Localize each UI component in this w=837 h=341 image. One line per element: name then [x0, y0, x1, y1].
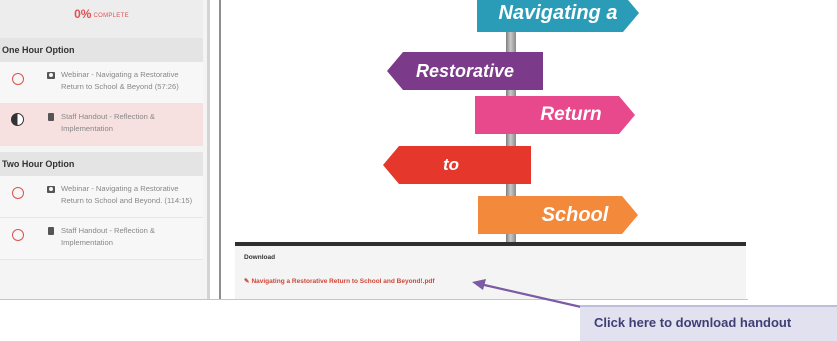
panel-bottom-border [0, 299, 748, 300]
section-header-two-hour[interactable]: Two Hour Option [0, 152, 203, 176]
sign-school: School [478, 196, 638, 234]
lesson-content: Navigating a Restorative Return to Schoo… [221, 0, 748, 300]
download-file-name: Navigating a Restorative Return to Schoo… [251, 278, 435, 285]
lesson-title: Webinar - Navigating a Restorative Retur… [61, 70, 179, 91]
lesson-item-handout-one-hour[interactable]: Staff Handout - Reflection & Implementat… [0, 104, 203, 146]
document-icon [48, 113, 54, 121]
sign-restorative: Restorative [387, 52, 543, 90]
sign-text: Restorative [415, 61, 515, 81]
sign-text: School [541, 204, 609, 226]
progress-label: COMPLETE [93, 13, 129, 19]
annotation-text: Click here to download handout [594, 315, 792, 330]
download-heading: Download [244, 254, 276, 261]
lesson-title: Webinar - Navigating a Restorative Retur… [61, 184, 193, 205]
course-sidebar: 0% COMPLETE One Hour Option Webinar - Nav… [0, 0, 207, 300]
handout-preview-image: Navigating a Restorative Return to Schoo… [235, 0, 746, 242]
sign-navigating: Navigating a [477, 0, 639, 32]
sign-return: Return [475, 96, 635, 134]
video-icon [47, 72, 55, 79]
sidebar-divider[interactable] [207, 0, 210, 300]
sign-to: to [383, 146, 531, 184]
lesson-title: Staff Handout - Reflection & Implementat… [61, 112, 155, 133]
lesson-title: Staff Handout - Reflection & Implementat… [61, 226, 155, 247]
lesson-item-handout-two-hour[interactable]: Staff Handout - Reflection & Implementat… [0, 218, 203, 260]
lesson-item-webinar-two-hour[interactable]: Webinar - Navigating a Restorative Retur… [0, 176, 203, 218]
progress-percent: 0% [74, 7, 92, 21]
lesson-item-webinar-one-hour[interactable]: Webinar - Navigating a Restorative Retur… [0, 62, 203, 104]
document-icon [48, 227, 54, 235]
download-section: Download ✎ Navigating a Restorative Retur… [235, 246, 746, 300]
in-progress-half-circle-icon [11, 113, 24, 126]
section-header-one-hour[interactable]: One Hour Option [0, 38, 203, 62]
sign-text: Return [540, 104, 602, 125]
not-started-circle-icon [12, 73, 24, 85]
sign-text: Navigating a [498, 2, 618, 24]
not-started-circle-icon [12, 229, 24, 241]
paperclip-icon: ✎ [244, 278, 250, 285]
not-started-circle-icon [12, 187, 24, 199]
progress-summary: 0% COMPLETE [0, 0, 203, 38]
video-icon [47, 186, 55, 193]
sign-text: to [442, 155, 460, 174]
download-file-link[interactable]: ✎ Navigating a Restorative Return to Scho… [244, 277, 435, 285]
annotation-callout: Click here to download handout [580, 305, 837, 341]
